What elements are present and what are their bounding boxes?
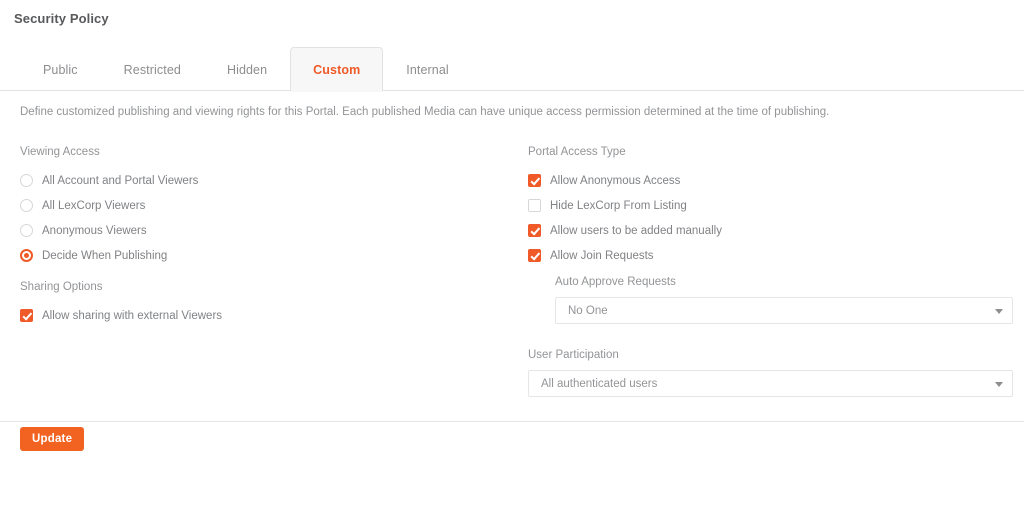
auto-approve-value: No One (568, 304, 608, 317)
radio-icon[interactable] (20, 224, 33, 237)
user-participation-value: All authenticated users (541, 377, 658, 390)
chevron-down-icon (995, 381, 1003, 387)
option-label: All Account and Portal Viewers (42, 174, 199, 187)
left-column: Viewing Access All Account and Portal Vi… (20, 145, 490, 328)
user-participation-select[interactable]: All authenticated users (528, 370, 1013, 397)
tab-public-label: Public (43, 62, 78, 77)
radio-all-lexcorp-viewers[interactable]: All LexCorp Viewers (20, 193, 490, 218)
tab-restricted[interactable]: Restricted (101, 47, 204, 91)
option-label: Allow Anonymous Access (550, 174, 681, 187)
option-label: Decide When Publishing (42, 249, 168, 262)
tab-hidden[interactable]: Hidden (204, 47, 290, 91)
right-column: Portal Access Type Allow Anonymous Acces… (528, 145, 1013, 397)
checkbox-allow-users-to-be-added-manually[interactable]: Allow users to be added manually (528, 218, 1013, 243)
tab-hidden-label: Hidden (226, 62, 268, 77)
viewing-access-label: Viewing Access (20, 146, 100, 158)
user-participation-label: User Participation (528, 349, 619, 361)
policy-description: Define customized publishing and viewing… (20, 106, 830, 118)
sharing-options-label: Sharing Options (20, 281, 103, 293)
checkbox-checked-icon[interactable] (528, 174, 541, 187)
portal-access-type-label: Portal Access Type (528, 146, 626, 158)
update-button[interactable]: Update (20, 427, 85, 451)
tab-restricted-label: Restricted (123, 62, 181, 77)
radio-selected-icon[interactable] (20, 249, 33, 262)
checkbox-hide-lexcorp-from-listing[interactable]: Hide LexCorp From Listing (528, 193, 1013, 218)
chevron-down-icon (995, 308, 1003, 314)
radio-anonymous-viewers[interactable]: Anonymous Viewers (20, 218, 490, 243)
page-title: Security Policy (14, 11, 109, 26)
option-label: Allow sharing with external Viewers (42, 309, 223, 322)
radio-icon[interactable] (20, 199, 33, 212)
checkbox-allow-sharing-with-external-viewers[interactable]: Allow sharing with external Viewers (20, 303, 490, 328)
option-label: Anonymous Viewers (42, 224, 147, 237)
tab-internal[interactable]: Internal (383, 47, 472, 91)
checkbox-allow-anonymous-access[interactable]: Allow Anonymous Access (528, 168, 1013, 193)
auto-approve-select[interactable]: No One (555, 297, 1013, 324)
checkbox-checked-icon[interactable] (528, 249, 541, 262)
tab-list: Public Restricted Hidden Custom Internal (20, 47, 472, 92)
checkbox-checked-icon[interactable] (528, 224, 541, 237)
checkbox-checked-icon[interactable] (20, 309, 33, 322)
option-label: All LexCorp Viewers (42, 199, 146, 212)
option-label: Allow Join Requests (550, 249, 654, 262)
tab-public[interactable]: Public (20, 47, 101, 91)
radio-decide-when-publishing[interactable]: Decide When Publishing (20, 243, 490, 268)
tab-custom-label: Custom (313, 62, 361, 77)
user-participation-block: User Participation All authenticated use… (528, 348, 1013, 397)
tab-internal-label: Internal (406, 62, 449, 77)
auto-approve-block: Auto Approve Requests No One (555, 275, 1013, 324)
option-label: Allow users to be added manually (550, 224, 722, 237)
tab-bar: Public Restricted Hidden Custom Internal (0, 47, 1024, 92)
footer-divider (0, 421, 1024, 422)
radio-icon[interactable] (20, 174, 33, 187)
tab-custom[interactable]: Custom (290, 47, 384, 92)
checkbox-unchecked-icon[interactable] (528, 199, 541, 212)
radio-all-account-and-portal-viewers[interactable]: All Account and Portal Viewers (20, 168, 490, 193)
option-label: Hide LexCorp From Listing (550, 199, 687, 212)
checkbox-allow-join-requests[interactable]: Allow Join Requests (528, 243, 1013, 268)
auto-approve-label: Auto Approve Requests (555, 276, 676, 288)
